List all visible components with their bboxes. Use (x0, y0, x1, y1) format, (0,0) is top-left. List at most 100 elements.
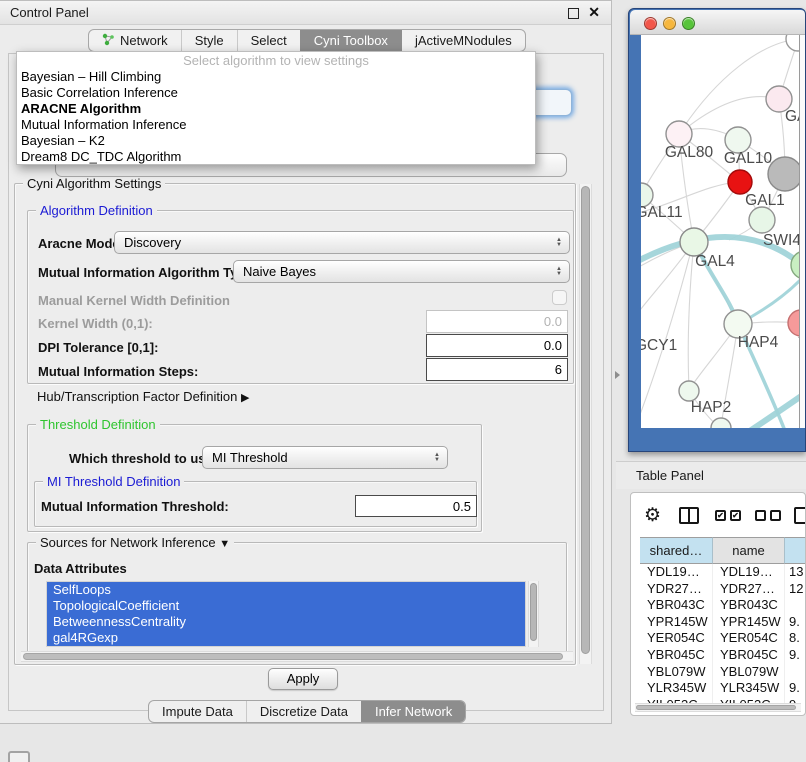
table-row[interactable]: YBR045CYBR045C9. (640, 647, 806, 664)
table-row[interactable]: YDR27…YDR27…12 (640, 581, 806, 598)
panel-divider-handle[interactable] (615, 371, 620, 379)
tab-select[interactable]: Select (237, 30, 300, 51)
manual-kernel-checkbox[interactable] (552, 290, 567, 305)
network-node-node[interactable] (711, 418, 731, 428)
settings-vscrollbar[interactable] (579, 184, 592, 664)
mac-minimize-button[interactable] (663, 17, 676, 30)
network-node-HAP2[interactable] (679, 381, 699, 401)
attribute-item[interactable]: TopologicalCoefficient (47, 598, 525, 614)
table-cell[interactable]: YBR045C (640, 647, 713, 664)
apply-button[interactable]: Apply (268, 668, 338, 690)
table-cell[interactable]: YBL079W (640, 664, 713, 681)
close-icon[interactable]: ✕ (588, 4, 600, 21)
table-cell[interactable]: 9. (785, 614, 806, 631)
table-panel-title: Table Panel (636, 468, 704, 483)
kernel-width-label: Kernel Width (0,1): (38, 316, 153, 331)
table-cell[interactable] (785, 597, 806, 614)
table-cell[interactable]: YER054C (713, 630, 785, 647)
kernel-width-field[interactable]: 0.0 (426, 310, 568, 333)
table-cell[interactable]: YDL19… (713, 564, 785, 581)
mi-threshold-field[interactable]: 0.5 (355, 495, 477, 517)
dropdown-item[interactable]: Bayesian – Hill Climbing (17, 69, 535, 85)
table-cell[interactable]: 12 (785, 581, 806, 598)
table-row[interactable]: YBR043CYBR043C (640, 597, 806, 614)
attribute-item[interactable]: SelfLoops (47, 582, 525, 598)
table-cell[interactable]: YDR27… (713, 581, 785, 598)
table-row[interactable]: YPR145WYPR145W9. (640, 614, 806, 631)
mi-type-select[interactable]: Naive Bayes ▲▼ (233, 260, 570, 283)
table-cell[interactable]: 13 (785, 564, 806, 581)
dropdown-item[interactable]: Mutual Information Inference (17, 117, 535, 133)
which-threshold-select[interactable]: MI Threshold ▲▼ (202, 446, 448, 469)
sources-title[interactable]: Sources for Network Inference ▼ (36, 535, 234, 550)
table-cell[interactable]: YLR345W (640, 680, 713, 697)
network-node-Y[interactable] (788, 310, 799, 336)
dpi-tolerance-field[interactable]: 0.0 (426, 334, 568, 357)
tab-jactivemnodules[interactable]: jActiveMNodules (401, 30, 525, 51)
network-node-gray-node[interactable] (768, 157, 799, 191)
table-cell[interactable]: YPR145W (713, 614, 785, 631)
table-cell[interactable]: YPR145W (640, 614, 713, 631)
table-hscrollbar[interactable] (635, 703, 801, 712)
minimized-panel-chip[interactable] (8, 751, 30, 762)
column-header-A[interactable]: A (785, 537, 806, 564)
table-row[interactable]: YDL19…YDL19…13 (640, 564, 806, 581)
float-window-icon[interactable] (568, 8, 579, 19)
bottom-tab-discretize-data[interactable]: Discretize Data (246, 701, 361, 722)
split-panel-icon[interactable] (679, 507, 699, 524)
network-canvas[interactable]: GALGAL80GAL10GAL1GAL11GAL4SWI4GCY1HAP4YH… (641, 35, 799, 428)
table-rows: YDL19…YDL19…13YDR27…YDR27…12YBR043CYBR04… (640, 564, 806, 703)
aracne-mode-select[interactable]: Discovery ▲▼ (114, 231, 570, 254)
network-node-GAL1[interactable] (749, 207, 775, 233)
mac-zoom-button[interactable] (682, 17, 695, 30)
table-cell[interactable]: YBR045C (713, 647, 785, 664)
table-cell[interactable]: YBR043C (713, 597, 785, 614)
hub-definition-toggle[interactable]: Hub/Transcription Factor Definition ▶ (37, 389, 249, 404)
dropdown-placeholder: Select algorithm to view settings (17, 52, 535, 69)
column-header-shared[interactable]: shared… (640, 537, 713, 564)
attributes-scrollbar[interactable] (528, 581, 539, 647)
select-all-columns-icon[interactable]: ✔✔ (715, 510, 741, 521)
aracne-mode-label: Aracne Mode: (38, 236, 124, 251)
network-window-titlebar[interactable] (630, 10, 806, 35)
mi-steps-field[interactable]: 6 (426, 358, 568, 381)
table-cell[interactable] (785, 664, 806, 681)
table-cell[interactable]: YBR043C (640, 597, 713, 614)
table-row[interactable]: YBL079WYBL079W (640, 664, 806, 681)
table-cell[interactable]: 9. (785, 647, 806, 664)
network-node-GAL4[interactable] (680, 228, 708, 256)
attribute-item[interactable]: BetweennessCentrality (47, 614, 525, 630)
bottom-tab-infer-network[interactable]: Infer Network (361, 701, 465, 722)
table-cell[interactable]: 9. (785, 680, 806, 697)
bottom-tab-impute-data[interactable]: Impute Data (149, 701, 246, 722)
table-cell[interactable]: YER054C (640, 630, 713, 647)
network-edge (679, 97, 779, 134)
network-node-node[interactable] (786, 35, 799, 51)
settings-hscrollbar[interactable] (21, 651, 573, 662)
tab-style[interactable]: Style (181, 30, 237, 51)
control-panel-title: Control Panel (10, 5, 89, 20)
table-row[interactable]: YER054CYER054C8. (640, 630, 806, 647)
tab-cyni-toolbox[interactable]: Cyni Toolbox (300, 30, 401, 51)
network-node-red-node[interactable] (728, 170, 752, 194)
mac-close-button[interactable] (644, 17, 657, 30)
dropdown-item[interactable]: Bayesian – K2 (17, 133, 535, 149)
table-cell[interactable]: 8. (785, 630, 806, 647)
threshold-definition-group: Threshold Definition Which threshold to … (27, 424, 482, 532)
tab-label: jActiveMNodules (415, 33, 512, 48)
column-header-name[interactable]: name (713, 537, 785, 564)
dropdown-item[interactable]: ARACNE Algorithm (17, 101, 535, 117)
table-cell[interactable]: YDL19… (640, 564, 713, 581)
gear-icon[interactable]: ⚙ (644, 504, 661, 527)
network-edge (688, 242, 694, 389)
table-cell[interactable]: YLR345W (713, 680, 785, 697)
tab-network[interactable]: Network (89, 30, 181, 51)
deselect-columns-icon[interactable] (755, 510, 781, 521)
dropdown-item[interactable]: Dream8 DC_TDC Algorithm (17, 149, 535, 165)
new-column-icon[interactable] (794, 507, 806, 524)
dropdown-item[interactable]: Basic Correlation Inference (17, 85, 535, 101)
table-row[interactable]: YLR345WYLR345W9. (640, 680, 806, 697)
attribute-item[interactable]: gal4RGexp (47, 630, 525, 646)
table-cell[interactable]: YBL079W (713, 664, 785, 681)
table-cell[interactable]: YDR27… (640, 581, 713, 598)
